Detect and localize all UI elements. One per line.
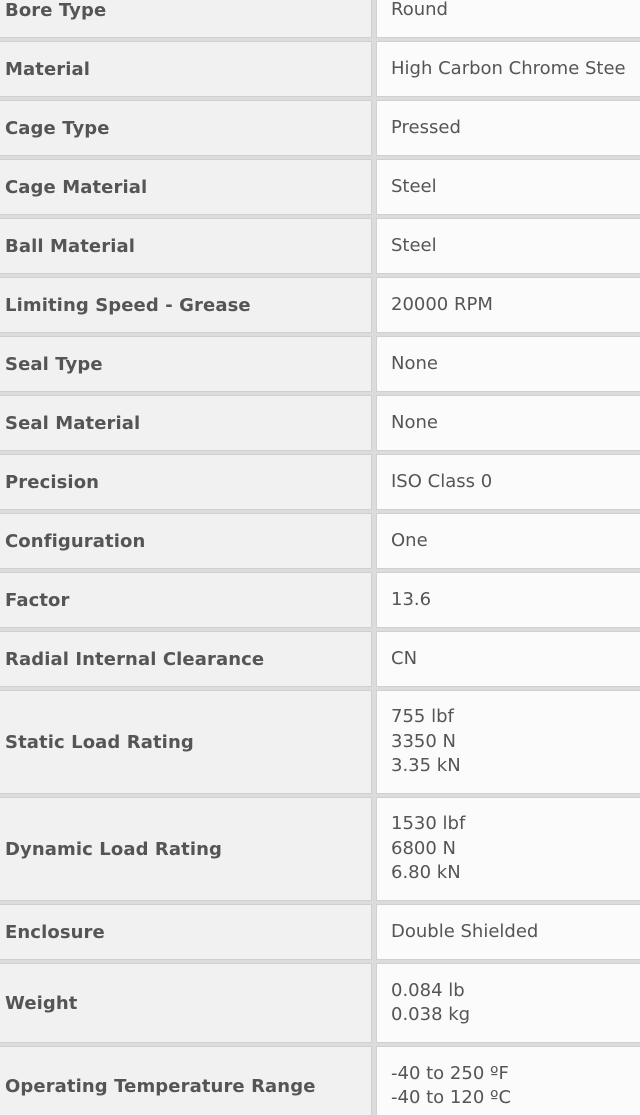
spec-label: Dynamic Load Rating xyxy=(0,797,372,901)
spec-row-limiting-speed: Limiting Speed - Grease 20000 RPM xyxy=(0,277,640,333)
spec-row-seal-material: Seal Material None xyxy=(0,395,640,451)
spec-value-line: 1530 lbf xyxy=(391,813,466,835)
spec-row-seal-type: Seal Type None xyxy=(0,336,640,392)
spec-label: Radial Internal Clearance xyxy=(0,631,372,687)
spec-value-line: One xyxy=(391,529,428,551)
spec-value: 20000 RPM xyxy=(376,277,640,333)
spec-value: None xyxy=(376,395,640,451)
spec-row-operating-temperature-range: Operating Temperature Range -40 to 250 º… xyxy=(0,1046,640,1115)
spec-value-line: None xyxy=(391,352,438,374)
spec-value-line: 6.80 kN xyxy=(391,862,461,884)
spec-row-cage-type: Cage Type Pressed xyxy=(0,100,640,156)
spec-row-material: Material High Carbon Chrome Stee xyxy=(0,41,640,97)
spec-label: Cage Type xyxy=(0,100,372,156)
spec-label: Static Load Rating xyxy=(0,690,372,794)
spec-row-precision: Precision ISO Class 0 xyxy=(0,454,640,510)
spec-row-cage-material: Cage Material Steel xyxy=(0,159,640,215)
spec-value-line: 13.6 xyxy=(391,588,432,610)
spec-value-line: ISO Class 0 xyxy=(391,470,493,492)
spec-value-line: Steel xyxy=(391,234,437,256)
spec-value: Round xyxy=(376,0,640,38)
spec-value-line: -40 to 120 ºC xyxy=(391,1087,512,1108)
spec-value-line: -40 to 250 ºF xyxy=(391,1062,509,1084)
spec-value-line: Steel xyxy=(391,175,437,197)
spec-row-factor: Factor 13.6 xyxy=(0,572,640,628)
spec-row-dynamic-load-rating: Dynamic Load Rating 1530 lbf 6800 N 6.80… xyxy=(0,797,640,901)
spec-value: None xyxy=(376,336,640,392)
spec-label: Seal Type xyxy=(0,336,372,392)
spec-label: Configuration xyxy=(0,513,372,569)
spec-value-line: Pressed xyxy=(391,116,461,138)
spec-value-line: 20000 RPM xyxy=(391,293,493,315)
spec-value-line: 3.35 kN xyxy=(391,755,461,777)
spec-label: Precision xyxy=(0,454,372,510)
spec-row-enclosure: Enclosure Double Shielded xyxy=(0,904,640,960)
spec-value: 13.6 xyxy=(376,572,640,628)
spec-table: Bore Type Round Material High Carbon Chr… xyxy=(0,0,640,1115)
spec-value-line: 3350 N xyxy=(391,730,456,752)
spec-row-radial-internal-clearance: Radial Internal Clearance CN xyxy=(0,631,640,687)
spec-label: Cage Material xyxy=(0,159,372,215)
spec-label: Bore Type xyxy=(0,0,372,38)
spec-row-ball-material: Ball Material Steel xyxy=(0,218,640,274)
spec-value: -40 to 250 ºF -40 to 120 ºC xyxy=(376,1046,640,1115)
spec-row-configuration: Configuration One xyxy=(0,513,640,569)
spec-label: Limiting Speed - Grease xyxy=(0,277,372,333)
spec-value: High Carbon Chrome Stee xyxy=(376,41,640,97)
spec-value-line: 0.084 lb xyxy=(391,979,465,1001)
spec-value: One xyxy=(376,513,640,569)
spec-value: CN xyxy=(376,631,640,687)
spec-label: Operating Temperature Range xyxy=(0,1046,372,1115)
spec-label: Seal Material xyxy=(0,395,372,451)
spec-value-line: Round xyxy=(391,0,448,20)
spec-value-line: 0.038 kg xyxy=(391,1004,471,1025)
spec-value: 0.084 lb 0.038 kg xyxy=(376,963,640,1043)
spec-value: Pressed xyxy=(376,100,640,156)
spec-value: Steel xyxy=(376,159,640,215)
spec-value-line: High Carbon Chrome Stee xyxy=(391,57,626,79)
spec-row-bore-type: Bore Type Round xyxy=(0,0,640,38)
spec-row-weight: Weight 0.084 lb 0.038 kg xyxy=(0,963,640,1043)
spec-value: Double Shielded xyxy=(376,904,640,960)
spec-value: ISO Class 0 xyxy=(376,454,640,510)
spec-label: Ball Material xyxy=(0,218,372,274)
spec-row-static-load-rating: Static Load Rating 755 lbf 3350 N 3.35 k… xyxy=(0,690,640,794)
spec-value: Steel xyxy=(376,218,640,274)
spec-value-line: 6800 N xyxy=(391,837,456,859)
spec-value-line: Double Shielded xyxy=(391,920,539,942)
spec-label: Factor xyxy=(0,572,372,628)
spec-value: 1530 lbf 6800 N 6.80 kN xyxy=(376,797,640,901)
spec-label: Weight xyxy=(0,963,372,1043)
spec-value-line: None xyxy=(391,411,438,433)
spec-label: Enclosure xyxy=(0,904,372,960)
spec-label: Material xyxy=(0,41,372,97)
spec-value-line: 755 lbf xyxy=(391,706,454,728)
spec-value-line: CN xyxy=(391,647,418,669)
spec-value: 755 lbf 3350 N 3.35 kN xyxy=(376,690,640,794)
